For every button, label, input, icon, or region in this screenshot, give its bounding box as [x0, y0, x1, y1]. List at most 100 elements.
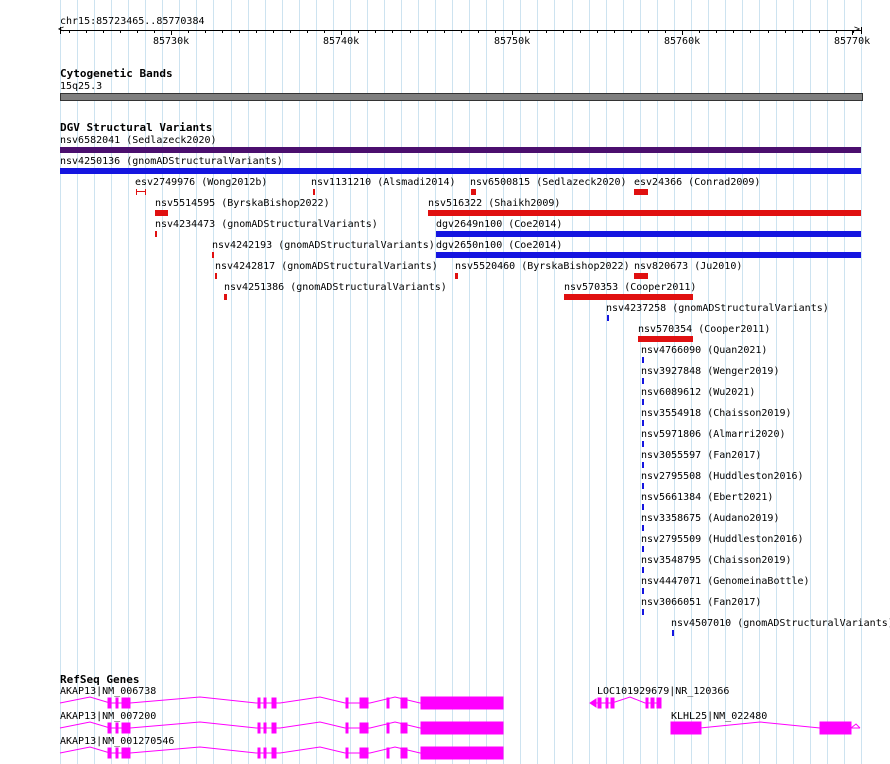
grid-line [537, 0, 538, 764]
grid-line [231, 0, 232, 764]
ruler-minor-tick [495, 30, 496, 33]
ruler-minor-tick [410, 30, 411, 33]
sv-feature[interactable] [642, 546, 644, 552]
sv-feature[interactable] [642, 588, 644, 594]
gene-label: LOC101929679|NR_120366 [597, 686, 730, 697]
sv-label: nsv570354 (Cooper2011) [638, 324, 771, 335]
ruler-minor-tick [427, 30, 428, 33]
sv-feature[interactable] [672, 630, 674, 636]
sv-label: nsv570353 (Cooper2011) [564, 282, 697, 293]
sv-feature[interactable] [136, 189, 146, 195]
sv-label: nsv4250136 (gnomADStructuralVariants) [60, 156, 283, 167]
gene-label: AKAP13|NM_006738 [60, 686, 157, 697]
grid-line [674, 0, 675, 764]
ruler-minor-tick [205, 30, 206, 33]
locus-label: chr15:85723465..85770384 [60, 16, 205, 27]
sv-label: nsv6089612 (Wu2021) [641, 387, 756, 398]
ruler-minor-tick [273, 30, 274, 33]
sv-feature[interactable] [313, 189, 315, 195]
ruler-minor-tick [597, 30, 598, 33]
sv-feature[interactable] [642, 378, 644, 384]
sv-feature[interactable] [642, 399, 644, 405]
sv-feature[interactable] [60, 147, 861, 153]
grid-line [844, 0, 845, 764]
cytoband-bar[interactable] [60, 93, 863, 101]
grid-line [776, 0, 777, 764]
sv-feature[interactable] [455, 273, 458, 279]
ruler-minor-tick [103, 30, 104, 33]
sv-label: esv2749976 (Wong2012b) [135, 177, 268, 188]
sv-feature[interactable] [428, 210, 861, 216]
grid-line [640, 0, 641, 764]
sv-feature[interactable] [642, 525, 644, 531]
sv-feature[interactable] [155, 231, 157, 237]
sv-feature[interactable] [607, 315, 609, 321]
genome-browser-canvas[interactable]: chr15:85723465..85770384 < > 85730k 8574… [0, 0, 890, 764]
grid-line [572, 0, 573, 764]
sv-feature[interactable] [471, 189, 476, 195]
grid-line [128, 0, 129, 764]
sv-feature[interactable] [224, 294, 227, 300]
sv-label: nsv5514595 (ByrskaBishop2022) [155, 198, 330, 209]
grid-line [77, 0, 78, 764]
sv-label: nsv4242193 (gnomADStructuralVariants) [212, 240, 435, 251]
sv-feature[interactable] [436, 252, 861, 258]
sv-label: nsv5520460 (ByrskaBishop2022) [455, 261, 630, 272]
sv-feature[interactable] [60, 168, 861, 174]
ruler-minor-tick [392, 30, 393, 33]
sv-feature[interactable] [634, 189, 648, 195]
sv-feature[interactable] [436, 231, 861, 237]
ruler-tick-85730k [171, 30, 172, 35]
sv-feature[interactable] [638, 336, 693, 342]
ruler-minor-tick [716, 30, 717, 33]
grid-line [725, 0, 726, 764]
sv-feature[interactable] [642, 504, 644, 510]
dgv-track-title: DGV Structural Variants [60, 121, 213, 134]
sv-label: nsv3927848 (Wenger2019) [641, 366, 780, 377]
grid-line [759, 0, 760, 764]
ruler-tick-85740k [341, 30, 342, 35]
sv-label: nsv4507010 (gnomADStructuralVariants) [671, 618, 890, 629]
grid-line [435, 0, 436, 764]
sv-feature[interactable] [642, 609, 644, 615]
ruler-minor-tick [785, 30, 786, 33]
ruler-right-arrow: > [854, 24, 861, 35]
sv-label: nsv6500815 (Sedlazeck2020) [470, 177, 627, 188]
sv-feature[interactable] [155, 210, 168, 216]
ruler-minor-tick [324, 30, 325, 33]
sv-feature[interactable] [642, 462, 644, 468]
ruler-minor-tick [222, 30, 223, 33]
ruler-minor-tick [750, 30, 751, 33]
grid-line [367, 0, 368, 764]
sv-feature[interactable] [642, 357, 644, 363]
sv-label: nsv3554918 (Chaisson2019) [641, 408, 792, 419]
grid-line [452, 0, 453, 764]
ruler-left-arrow: < [58, 24, 65, 35]
grid-line [827, 0, 828, 764]
grid-line [793, 0, 794, 764]
ruler-label-85770k: 85770k [834, 36, 871, 47]
sv-label: esv24366 (Conrad2009) [634, 177, 761, 188]
sv-feature[interactable] [642, 441, 644, 447]
grid-line [94, 0, 95, 764]
ruler-minor-tick [802, 30, 803, 33]
ruler-minor-tick [69, 30, 70, 33]
sv-feature[interactable] [634, 273, 648, 279]
gene-models[interactable] [0, 0, 890, 764]
sv-label: nsv1131210 (Alsmadi2014) [311, 177, 456, 188]
sv-feature[interactable] [642, 483, 644, 489]
sv-label: nsv6582041 (Sedlazeck2020) [60, 135, 217, 146]
sv-feature[interactable] [642, 420, 644, 426]
ruler-minor-tick [137, 30, 138, 33]
sv-feature[interactable] [564, 294, 693, 300]
sv-feature[interactable] [642, 567, 644, 573]
ruler-minor-tick [631, 30, 632, 33]
sv-feature[interactable] [212, 252, 214, 258]
grid-line [418, 0, 419, 764]
grid-line [469, 0, 470, 764]
ruler-minor-tick [239, 30, 240, 33]
ruler-minor-tick [290, 30, 291, 33]
sv-feature[interactable] [215, 273, 217, 279]
sv-label: nsv516322 (Shaikh2009) [428, 198, 561, 209]
grid-line [401, 0, 402, 764]
